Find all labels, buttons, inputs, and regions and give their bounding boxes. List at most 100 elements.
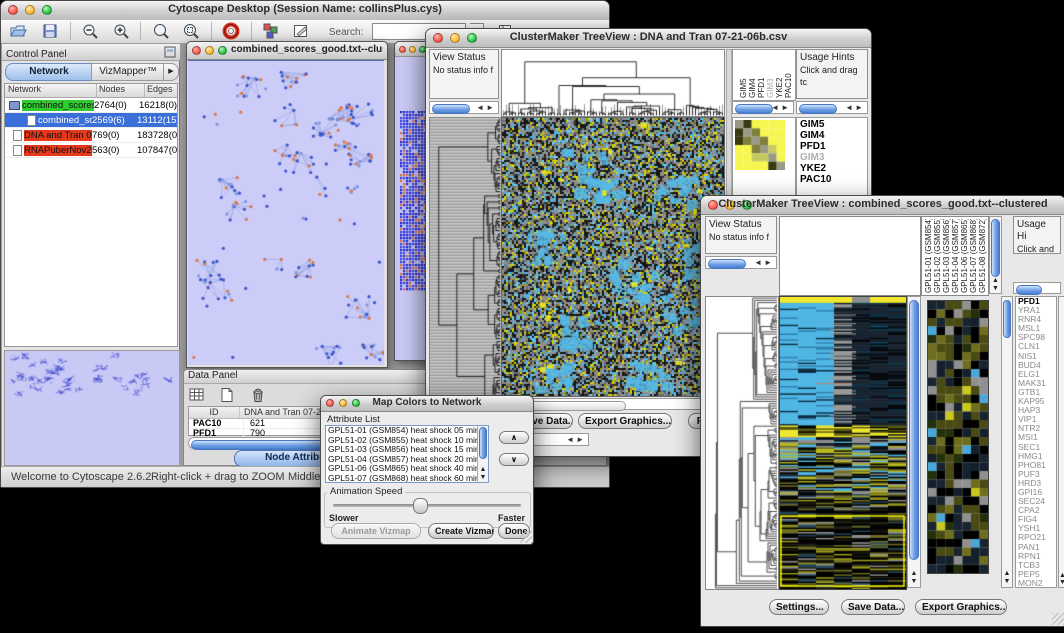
zoom-out-icon[interactable]	[81, 22, 99, 40]
export-graphics-button[interactable]: Export Graphics...	[578, 413, 672, 429]
scroll-down-icon[interactable]: ▼	[990, 285, 1001, 292]
network-name: RNAPuberNov2+!	[24, 145, 92, 156]
scroll-down-icon[interactable]: ▼	[478, 474, 488, 481]
new-attribute-icon[interactable]	[218, 386, 236, 404]
tv1-column-dendrogram[interactable]	[501, 49, 725, 117]
attribute-listbox[interactable]: GPL51-01 (GSM854) heat shock 05 minGPL51…	[325, 425, 489, 483]
scroll-up-icon[interactable]: ▲	[990, 277, 1001, 284]
scrollbar-thumb[interactable]	[735, 104, 773, 114]
close-icon[interactable]	[399, 46, 406, 53]
gene-label[interactable]: YKE2	[800, 163, 867, 174]
scroll-down-icon[interactable]: ▼	[1059, 579, 1064, 586]
zoom-in-icon[interactable]	[112, 22, 130, 40]
scroll-arrows-icon[interactable]: ◄►	[754, 258, 774, 267]
tv2-main-vscrollbar[interactable]: ▲▼	[907, 296, 921, 588]
scroll-up-icon[interactable]: ▲	[1059, 572, 1064, 579]
zoom-window-icon[interactable]	[218, 46, 227, 55]
save-icon[interactable]	[41, 22, 59, 40]
speed-slider-thumb[interactable]	[413, 498, 428, 514]
tv2-column-dendrogram-area[interactable]	[779, 216, 921, 296]
main-titlebar[interactable]: Cytoscape Desktop (Session Name: collins…	[1, 1, 609, 21]
move-up-button[interactable]: ∧	[499, 431, 529, 444]
vizmapper-palette-icon[interactable]	[262, 22, 280, 40]
network-row[interactable]: combined_scores2764(0)16218(0)	[5, 98, 177, 113]
open-file-icon[interactable]	[9, 22, 27, 40]
tv2-status-scrollbar[interactable]: ◄►	[705, 256, 777, 269]
zoom-selected-icon[interactable]	[182, 22, 200, 40]
gene-label[interactable]: GIM5	[800, 119, 867, 130]
resize-grip[interactable]	[1052, 613, 1064, 625]
gene-label[interactable]: MON2	[1018, 579, 1056, 588]
tv1-heatmap[interactable]	[501, 117, 725, 397]
scrollbar-thumb[interactable]	[991, 219, 1000, 277]
animate-vizmap-button[interactable]: Animate Vizmap	[331, 523, 421, 539]
tv2-top-vscrollbar[interactable]: ▲▼	[989, 216, 1002, 294]
scroll-arrows-icon[interactable]: ◄►	[476, 103, 496, 112]
scrollbar-thumb[interactable]	[1003, 300, 1011, 338]
attribute-list-scrollbar[interactable]: ▲▼	[477, 426, 488, 482]
settings-button[interactable]: Settings...	[769, 599, 829, 615]
gene-label[interactable]: GIM4	[800, 130, 867, 141]
scroll-up-icon[interactable]: ▲	[908, 570, 920, 577]
tab-overflow-icon[interactable]: ▶	[163, 63, 179, 81]
tv2-zoom-vscrollbar[interactable]: ▲▼	[1001, 296, 1013, 588]
tv1-correlation-matrix[interactable]	[735, 120, 785, 170]
scroll-up-icon[interactable]: ▲	[478, 466, 488, 473]
network-row[interactable]: RNAPuberNov2+!563(0)107847(0)	[5, 143, 177, 158]
scrollbar-thumb[interactable]	[1016, 285, 1042, 295]
network-row[interactable]: combined_sco2569(6)13112(15)	[5, 113, 177, 128]
minimize-icon[interactable]	[409, 46, 416, 53]
resize-grip[interactable]	[520, 531, 532, 543]
help-lifering-icon[interactable]	[222, 22, 240, 40]
scroll-arrows-icon[interactable]: ◄►	[845, 103, 865, 112]
save-data-button[interactable]: Save Data...	[841, 599, 905, 615]
create-vizmap-button[interactable]: Create Vizmap	[428, 523, 494, 539]
scrollbar-thumb[interactable]	[799, 104, 837, 114]
tv1-row-dendrogram[interactable]	[429, 117, 502, 419]
treeview2-titlebar[interactable]: ClusterMaker TreeView : combined_scores_…	[701, 196, 1064, 215]
scrollbar-thumb[interactable]	[909, 300, 919, 560]
birds-eye-view[interactable]	[4, 350, 180, 466]
annotation-icon[interactable]	[292, 22, 310, 40]
delete-attribute-icon[interactable]	[249, 386, 267, 404]
scroll-down-icon[interactable]: ▼	[1002, 578, 1012, 585]
tab-network[interactable]: Network	[5, 63, 93, 81]
attribute-item[interactable]: GPL51-07 (GSM868) heat shock 60 min	[328, 474, 488, 483]
rotated-gene-label: YKE2	[775, 54, 784, 98]
attribute-table-icon[interactable]	[188, 386, 206, 404]
treeview1-titlebar[interactable]: ClusterMaker TreeView : DNA and Tran 07-…	[426, 29, 871, 48]
scrollbar-thumb[interactable]	[479, 427, 487, 459]
tv2-heatmap[interactable]	[779, 296, 907, 590]
scroll-up-icon[interactable]: ▲	[1002, 570, 1012, 577]
close-icon[interactable]	[192, 46, 201, 55]
tv1-mini-scrollbar[interactable]: ◄►	[732, 101, 794, 114]
tv2-hints-scrollbar[interactable]	[1013, 282, 1061, 294]
rotated-column-label: GPL51-02 (GSM855)	[933, 219, 942, 293]
scroll-down-icon[interactable]: ▼	[908, 578, 920, 585]
gene-label[interactable]: PFD1	[800, 141, 867, 152]
network-window[interactable]: combined_scores_good.txt--cluste...	[186, 41, 388, 368]
move-down-button[interactable]: ∨	[499, 453, 529, 466]
network-row[interactable]: DNA and Tran 07769(0)183728(0)	[5, 128, 177, 143]
zoom-fit-icon[interactable]	[152, 22, 170, 40]
tab-vizmapper[interactable]: VizMapper™	[91, 63, 165, 81]
minimize-icon[interactable]	[205, 46, 214, 55]
float-panel-icon[interactable]	[164, 46, 176, 58]
dialog-titlebar[interactable]: Map Colors to Network	[321, 396, 533, 412]
tv1-hints-scrollbar[interactable]: ◄►	[796, 101, 868, 114]
gene-label[interactable]: GIM3	[800, 152, 867, 163]
network-window-titlebar[interactable]: combined_scores_good.txt--cluste...	[187, 42, 387, 60]
tv1-status-scrollbar[interactable]: ◄►	[429, 101, 499, 114]
scroll-arrows-icon[interactable]: ◄►	[771, 103, 791, 112]
scrollbar-thumb[interactable]	[708, 259, 746, 269]
tv1-hscrollbar[interactable]	[501, 398, 725, 410]
scroll-arrows-icon[interactable]: ◄►	[566, 435, 586, 444]
gene-label[interactable]: PAC10	[800, 174, 867, 185]
tv2-list-vscrollbar[interactable]: ▲▼	[1058, 296, 1064, 588]
network-view-canvas[interactable]	[188, 60, 384, 365]
tv2-zoom-heatmap[interactable]	[927, 300, 989, 574]
export-graphics-button[interactable]: Export Graphics...	[915, 599, 1007, 615]
scrollbar-thumb[interactable]	[432, 104, 470, 114]
tv1-rotated-gene-labels: GIM5GIM4PFD1GIM3YKE2PAC10	[732, 49, 796, 101]
tv2-row-dendrogram[interactable]	[705, 296, 779, 590]
